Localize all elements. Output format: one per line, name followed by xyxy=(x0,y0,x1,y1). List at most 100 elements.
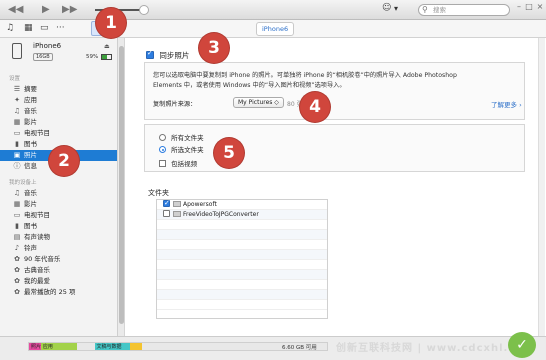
folder-row-empty xyxy=(157,280,327,290)
person-icon[interactable]: ☺ xyxy=(382,3,393,16)
play-icon[interactable]: ▶ xyxy=(42,3,50,17)
sidebar-settings-item-label: 摘要 xyxy=(24,85,37,93)
gear-icon: ✿ xyxy=(14,266,20,274)
info-icon: ⓘ xyxy=(13,162,21,170)
photo-source-box: 您可以选取电脑中要复制到 iPhone 的照片。可单独将 iPhone 的“相机… xyxy=(144,62,525,120)
sidebar-device-item-label: 图书 xyxy=(24,222,37,230)
capacity-segment: 应用 xyxy=(40,343,77,350)
sidebar-device-item[interactable]: ✿ 我的最爱 xyxy=(0,276,117,287)
eject-icon[interactable]: ⏏ xyxy=(104,43,110,50)
bell-icon: ♪ xyxy=(14,244,20,252)
sidebar-settings-item-label: 照片 xyxy=(24,151,37,159)
previous-track-icon[interactable]: ◀◀ xyxy=(8,3,23,17)
folder-icon xyxy=(173,211,181,217)
gear-icon: ✿ xyxy=(14,255,20,263)
sidebar-device-item[interactable]: ✿ 90 年代音乐 xyxy=(0,254,117,265)
sidebar-scrollbar[interactable] xyxy=(118,38,125,336)
sync-photos-row[interactable]: 同步照片 xyxy=(146,49,190,61)
selected-folders-label: 所选文件夹 xyxy=(171,146,204,154)
sidebar-device-item[interactable]: ▦ 影片 xyxy=(0,199,117,210)
option-include-videos[interactable]: 包括视频 xyxy=(159,158,197,168)
minimize-icon[interactable]: – xyxy=(514,2,524,12)
sidebar-device-item[interactable]: ✿ 古典音乐 xyxy=(0,265,117,276)
tv-icon: ▭ xyxy=(13,211,21,219)
step-marker-5: 5 xyxy=(214,138,244,168)
sidebar-settings-item[interactable]: ▭ 电视节目 xyxy=(0,128,117,139)
include-videos-checkbox[interactable] xyxy=(159,160,166,167)
sidebar-device-item[interactable]: ♫ 音乐 xyxy=(0,188,117,199)
sidebar-scroll-thumb[interactable] xyxy=(119,46,124,324)
sidebar-device-item-label: 电视节目 xyxy=(24,211,50,219)
sidebar-settings-item-label: 电视节目 xyxy=(24,129,50,137)
folder-row-empty xyxy=(157,290,327,300)
tv-icon: ▭ xyxy=(13,129,21,137)
sidebar-device-item[interactable]: ♪ 铃声 xyxy=(0,243,117,254)
maximize-icon[interactable]: □ xyxy=(524,2,534,12)
book-icon: ▮ xyxy=(15,222,19,230)
volume-knob[interactable] xyxy=(139,5,149,15)
account-menu-chevron-icon[interactable]: ▾ xyxy=(394,4,398,13)
folder-checkbox[interactable] xyxy=(163,210,170,217)
device-name: iPhone6 xyxy=(33,42,62,50)
film-icon: ▦ xyxy=(13,118,21,126)
gear-icon: ✿ xyxy=(14,277,20,285)
step-marker-2: 2 xyxy=(49,146,79,176)
sidebar-settings-item-label: 应用 xyxy=(24,96,37,104)
photos-pane: 同步照片 您可以选取电脑中要复制到 iPhone 的照片。可单独将 iPhone… xyxy=(126,38,546,336)
search-input[interactable]: ⚲ 搜索 xyxy=(418,4,510,16)
folder-row[interactable]: Apowersoft xyxy=(157,198,327,210)
sync-photos-checkbox[interactable] xyxy=(146,49,154,59)
folder-row-empty xyxy=(157,250,327,260)
sidebar-device-item-label: 影片 xyxy=(24,200,37,208)
sidebar-settings-item[interactable]: ☰ 摘要 xyxy=(0,84,117,95)
folder-row[interactable]: FreeVideoToJPGConverter xyxy=(157,210,327,220)
device-tab[interactable]: iPhone6 xyxy=(256,22,295,36)
sidebar-device-item[interactable]: ✿ 最常播放的 25 项 xyxy=(0,287,117,298)
music-icon: ♫ xyxy=(13,189,21,197)
watermark-text: 创新互联科技网 | www.cdcxhl.com xyxy=(336,343,535,354)
all-folders-radio[interactable] xyxy=(159,134,166,141)
sidebar-settings-item[interactable]: ♫ 音乐 xyxy=(0,106,117,117)
sidebar-settings-item[interactable]: ✦ 应用 xyxy=(0,95,117,106)
tv-library-icon[interactable]: ▭ xyxy=(40,23,49,33)
sync-photos-label: 同步照片 xyxy=(159,51,190,60)
sidebar-device-item[interactable]: ▤ 有声读物 xyxy=(0,232,117,243)
sidebar-device-item[interactable]: ▮ 图书 xyxy=(0,221,117,232)
folder-row-empty xyxy=(157,300,327,310)
capacity-segment xyxy=(76,343,95,350)
option-selected-folders[interactable]: 所选文件夹 xyxy=(159,144,204,154)
watermark-logo: ✓ xyxy=(508,332,536,358)
gear-icon: ✿ xyxy=(14,288,20,296)
step-marker-1: 1 xyxy=(96,8,126,38)
selected-folders-radio[interactable] xyxy=(159,146,166,153)
sidebar-settings-item-label: 图书 xyxy=(24,140,37,148)
photo-source-select[interactable]: My Pictures ◇ xyxy=(233,97,284,108)
folder-icon xyxy=(173,201,181,207)
free-space-label: 6.60 GB 可用 xyxy=(282,345,317,351)
sidebar-device-item-label: 古典音乐 xyxy=(24,266,50,274)
option-all-folders[interactable]: 所有文件夹 xyxy=(159,132,204,142)
folder-name: Apowersoft xyxy=(183,201,217,208)
learn-more-link[interactable]: 了解更多 › xyxy=(491,99,522,109)
sidebar-settings-item-label: 音乐 xyxy=(24,107,37,115)
sidebar-settings-item[interactable]: ▦ 影片 xyxy=(0,117,117,128)
folder-options-box: 所有文件夹 所选文件夹 包括视频 xyxy=(144,124,525,172)
film-library-icon[interactable]: ▦ xyxy=(24,23,33,33)
search-icon: ⚲ xyxy=(422,5,428,14)
close-icon[interactable]: × xyxy=(535,2,545,12)
all-folders-label: 所有文件夹 xyxy=(171,134,204,142)
photo-icon: ▣ xyxy=(13,151,21,159)
main-scrollbar[interactable] xyxy=(538,38,545,336)
more-icon[interactable]: ··· xyxy=(56,23,65,33)
folder-row-empty xyxy=(157,270,327,280)
folder-name: FreeVideoToJPGConverter xyxy=(183,211,259,218)
next-track-icon[interactable]: ▶▶ xyxy=(62,3,77,17)
iphone-icon xyxy=(12,43,22,59)
search-placeholder: 搜索 xyxy=(433,6,446,14)
sidebar-device-item-label: 我的最爱 xyxy=(24,277,50,285)
folder-checkbox[interactable] xyxy=(163,198,170,208)
sidebar-device-item[interactable]: ▭ 电视节目 xyxy=(0,210,117,221)
device-header[interactable]: iPhone6 16GB 59% ⏏ xyxy=(0,38,117,68)
book-icon: ▮ xyxy=(15,140,19,148)
music-library-icon[interactable]: ♫ xyxy=(6,23,14,33)
